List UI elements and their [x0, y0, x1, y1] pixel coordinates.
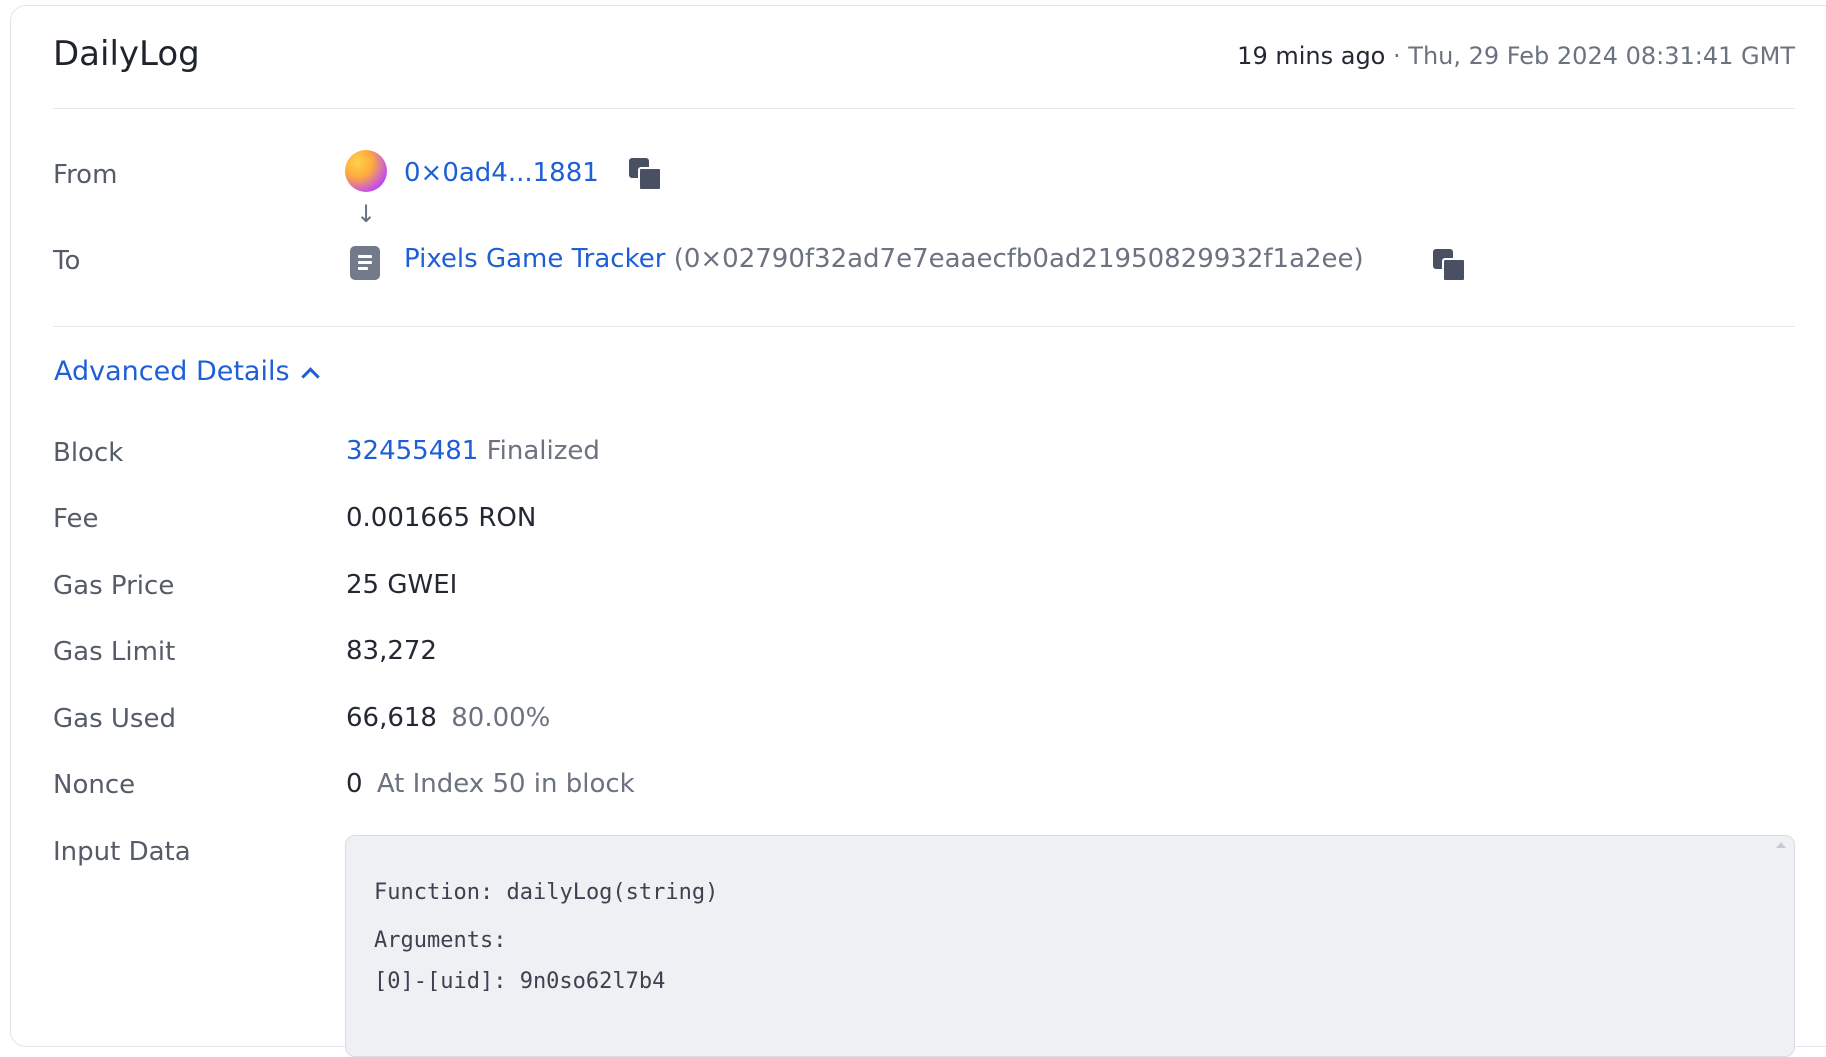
copy-icon[interactable]	[1433, 249, 1466, 282]
block-value: 32455481 Finalized	[346, 436, 600, 466]
function-label: Function:	[374, 880, 494, 905]
fee-value: 0.001665 RON	[346, 503, 537, 533]
function-line: Function: dailyLog(string)	[374, 880, 718, 905]
arguments-label: Arguments:	[374, 928, 507, 953]
arrow-down-icon: ↓	[356, 200, 377, 228]
function-value: dailyLog(string)	[506, 880, 719, 905]
gradient-avatar-icon	[345, 150, 387, 192]
time-relative: 19 mins ago	[1237, 42, 1386, 70]
from-label: From	[53, 160, 118, 190]
document-icon	[350, 246, 380, 280]
block-label: Block	[53, 438, 124, 468]
gas-price-value: 25 GWEI	[346, 570, 458, 600]
advanced-details-label: Advanced Details	[54, 356, 290, 387]
chevron-up-icon	[300, 367, 320, 386]
from-address-link[interactable]: 0×0ad4...1881	[404, 158, 599, 188]
input-data-box[interactable]: Function: dailyLog(string) Arguments: [0…	[345, 835, 1795, 1057]
nonce-number: 0	[346, 769, 363, 799]
advanced-details-toggle[interactable]: Advanced Details	[54, 356, 320, 387]
section-divider	[53, 326, 1795, 327]
gas-limit-value: 83,272	[346, 636, 437, 666]
card-header: DailyLog 19 mins ago · Thu, 29 Feb 2024 …	[53, 0, 1795, 109]
to-label: To	[53, 246, 81, 276]
to-value: Pixels Game Tracker (0×02790f32ad7e7eaae…	[404, 244, 1364, 274]
scroll-up-icon[interactable]	[1776, 842, 1786, 848]
timestamp: 19 mins ago · Thu, 29 Feb 2024 08:31:41 …	[1237, 42, 1795, 70]
gas-price-label: Gas Price	[53, 571, 175, 601]
to-contract-link[interactable]: Pixels Game Tracker	[404, 244, 665, 274]
gas-used-label: Gas Used	[53, 704, 176, 734]
gas-used-percent: 80.00%	[451, 703, 551, 733]
block-status: Finalized	[486, 436, 600, 466]
to-address: (0×02790f32ad7e7eaaecfb0ad21950829932f1a…	[673, 244, 1364, 274]
gas-used-value: 66,618 80.00%	[346, 703, 550, 733]
page-title: DailyLog	[53, 34, 200, 74]
input-data-label: Input Data	[53, 837, 191, 867]
copy-icon[interactable]	[629, 158, 662, 191]
gas-limit-label: Gas Limit	[53, 637, 176, 667]
argument-0: [0]-[uid]: 9n0so62l7b4	[374, 969, 666, 994]
gas-used-amount: 66,618	[346, 703, 437, 733]
nonce-label: Nonce	[53, 770, 136, 800]
nonce-value: 0 At Index 50 in block	[346, 769, 635, 799]
block-number-link[interactable]: 32455481	[346, 436, 478, 466]
time-separator: ·	[1393, 42, 1401, 70]
fee-label: Fee	[53, 504, 99, 534]
time-absolute: Thu, 29 Feb 2024 08:31:41 GMT	[1408, 42, 1795, 70]
nonce-index: At Index 50 in block	[376, 769, 635, 799]
